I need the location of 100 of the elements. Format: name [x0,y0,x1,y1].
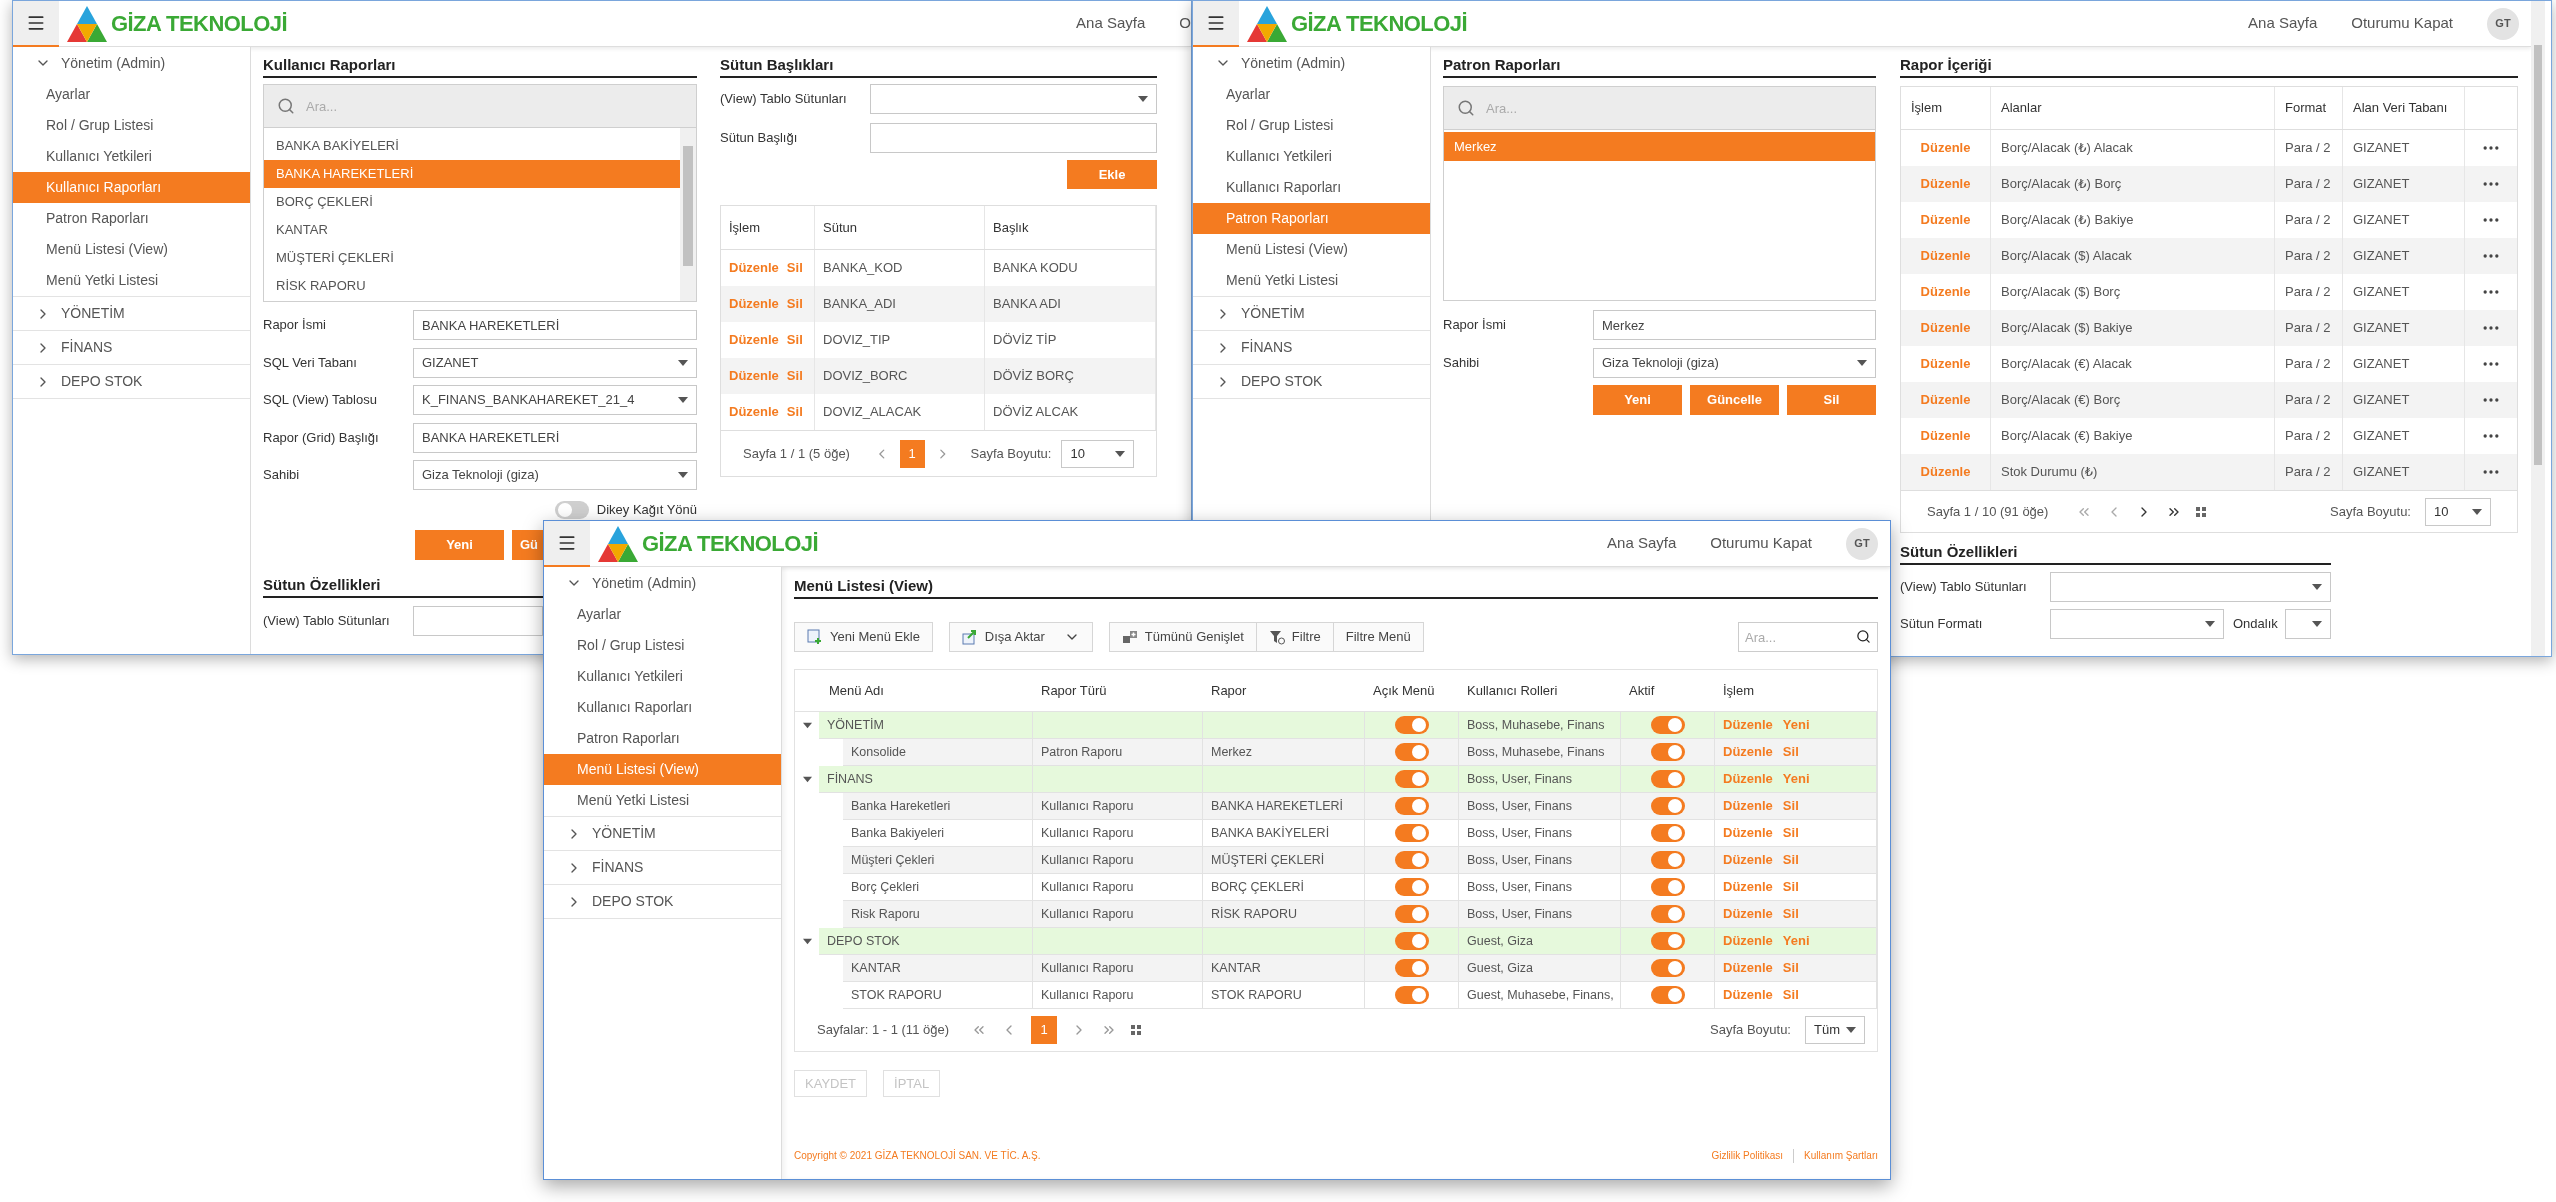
toggle-switch[interactable] [1394,878,1429,896]
scrollbar[interactable] [680,128,696,301]
toggle-switch[interactable] [1394,905,1429,923]
sidebar-item[interactable]: Rol / Grup Listesi [1193,110,1430,141]
sidebar-item[interactable]: Patron Raporları [1193,203,1430,234]
sidebar-group[interactable]: YÖNETİM [13,297,250,330]
sidebar-group[interactable]: Yönetim (Admin) [13,47,250,79]
text-field[interactable] [870,123,1157,153]
sidebar-group[interactable]: YÖNETİM [544,817,781,850]
menu-button[interactable] [1193,1,1239,47]
action-link[interactable]: Düzenle [1920,210,1971,230]
sidebar-group[interactable]: FİNANS [544,851,781,884]
sidebar-item[interactable]: Rol / Grup Listesi [544,630,781,661]
action-link[interactable]: Sil [786,402,803,422]
footer-link[interactable]: Kullanım Şartları [1804,1148,1878,1163]
grid-icon[interactable] [1131,1025,1141,1035]
nav-link[interactable]: Ana Sayfa [2248,12,2318,35]
list-item[interactable]: BANKA BAKİYELERİ [264,132,680,160]
sidebar-item[interactable]: Kullanıcı Yetkileri [13,141,250,172]
action-link[interactable]: Sil [1782,877,1799,897]
action-link[interactable]: Düzenle [1920,390,1971,410]
action-link[interactable]: Düzenle [1920,174,1971,194]
toggle-switch[interactable] [1650,797,1685,815]
toggle-switch[interactable] [1394,851,1429,869]
action-link[interactable]: Sil [1782,850,1799,870]
add-button[interactable]: Ekle [1067,160,1157,189]
action-link[interactable]: Yeni [1782,715,1810,735]
action-link[interactable]: Sil [786,258,803,278]
action-link[interactable]: Düzenle [1920,282,1971,302]
toggle-switch[interactable] [1650,743,1685,761]
sidebar-item[interactable]: Menü Listesi (View) [13,234,250,265]
toolbar-button[interactable]: Tümünü Genişlet [1108,622,1257,652]
action-link[interactable]: Düzenle [1920,462,1971,482]
page-button[interactable]: 1 [1031,1016,1057,1044]
action-link[interactable]: Sil [1782,742,1799,762]
search-field[interactable]: Ara... [1443,86,1876,130]
scrollbar[interactable] [2531,1,2545,656]
toggle-switch[interactable] [1394,959,1429,977]
sidebar-group[interactable]: FİNANS [1193,331,1430,364]
toggle-switch[interactable] [554,501,589,519]
sidebar-group[interactable]: Yönetim (Admin) [544,567,781,599]
action-link[interactable]: Düzenle [729,294,779,314]
sidebar-item[interactable]: Kullanıcı Raporları [1193,172,1430,203]
page-size-dropdown[interactable]: 10 [1061,439,1134,468]
action-link[interactable]: Düzenle [1723,715,1773,735]
action-link[interactable]: Düzenle [729,330,779,350]
sidebar-group[interactable]: DEPO STOK [13,365,250,398]
action-button[interactable]: Yeni [415,530,504,560]
toggle-switch[interactable] [1394,716,1429,734]
action-button[interactable]: Güncelle [1690,385,1779,415]
page-size-dropdown[interactable]: 10 [2425,497,2491,526]
toggle-switch[interactable] [1650,824,1685,842]
list-item[interactable]: BORÇ ÇEKLERİ [264,188,680,216]
action-link[interactable]: Düzenle [1723,904,1773,924]
text-field[interactable]: BANKA HAREKETLERİ [413,310,697,340]
dropdown-field[interactable] [2285,609,2331,639]
page-size-dropdown[interactable]: Tüm [1805,1016,1865,1044]
list-item[interactable]: KANTAR [264,216,680,244]
toggle-switch[interactable] [1650,932,1685,950]
sidebar-group[interactable]: YÖNETİM [1193,297,1430,330]
action-link[interactable]: Düzenle [729,366,779,386]
sidebar-item[interactable]: Ayarlar [544,599,781,630]
toggle-switch[interactable] [1394,743,1429,761]
sidebar-item[interactable]: Menü Listesi (View) [1193,234,1430,265]
action-button[interactable]: Yeni [1593,385,1682,415]
toggle-switch[interactable] [1650,770,1685,788]
sidebar-item[interactable]: Rol / Grup Listesi [13,110,250,141]
list-item[interactable]: Merkez [1444,132,1875,161]
action-link[interactable]: Sil [1782,904,1799,924]
toolbar-button[interactable]: Yeni Menü Ekle [794,622,933,652]
toggle-switch[interactable] [1394,824,1429,842]
sidebar-item[interactable]: Ayarlar [13,79,250,110]
toggle-switch[interactable] [1650,959,1685,977]
toolbar-button[interactable]: Filtre [1256,622,1334,652]
dropdown-field[interactable] [2050,609,2224,639]
sidebar-item[interactable]: Menü Yetki Listesi [1193,265,1430,296]
user-avatar[interactable]: GT [2487,7,2519,40]
action-link[interactable]: Düzenle [1723,769,1773,789]
dropdown-field[interactable]: Giza Teknoloji (giza) [413,460,697,490]
toggle-switch[interactable] [1394,986,1429,1004]
search-field[interactable]: Ara... [1738,622,1878,652]
dropdown-field[interactable] [2050,572,2331,602]
sidebar-item[interactable]: Kullanıcı Yetkileri [544,661,781,692]
dropdown-field[interactable] [870,84,1157,114]
action-link[interactable]: Sil [1782,796,1799,816]
toggle-switch[interactable] [1650,986,1685,1004]
action-button[interactable]: Gü [512,530,543,560]
grid-icon[interactable] [2196,506,2207,517]
nav-link[interactable]: Oturumu Kapat [2351,12,2453,35]
list-item[interactable]: BANKA HAREKETLERİ [264,160,680,188]
nav-link[interactable]: Ana Sayfa [1076,12,1146,35]
toolbar-button[interactable]: Filtre Menü [1333,622,1424,652]
action-link[interactable]: Sil [1782,985,1799,1005]
search-field[interactable]: Ara... [263,84,697,128]
text-field[interactable]: Merkez [1593,310,1876,340]
action-link[interactable]: Sil [786,366,803,386]
sidebar-group[interactable]: DEPO STOK [544,885,781,918]
nav-link[interactable]: Oturumu Kapat [1710,532,1812,555]
action-link[interactable]: Düzenle [1920,138,1971,158]
action-link[interactable]: Sil [1782,823,1799,843]
